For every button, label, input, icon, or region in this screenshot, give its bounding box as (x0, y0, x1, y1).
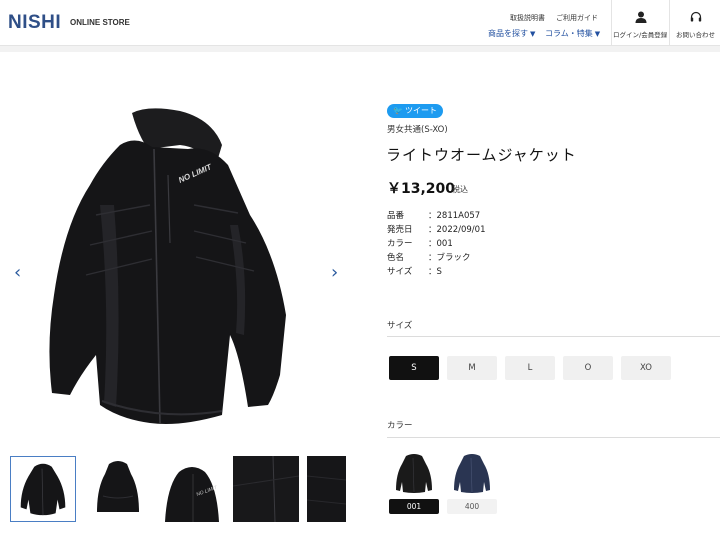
size-option-xo[interactable]: XO (621, 356, 671, 380)
spec-value-color-name: ：ブラック (428, 253, 471, 263)
user-icon (635, 11, 647, 23)
brand-logo[interactable]: NISHI (8, 12, 61, 34)
contact-label: お問い合わせ (676, 31, 715, 39)
spec-value-color: ：001 (428, 239, 453, 249)
product-main-image: NO LIMIT (49, 108, 286, 425)
thumbnail-front-image (20, 463, 66, 516)
thumbnail-1[interactable] (10, 456, 76, 522)
color-swatch-black[interactable] (388, 452, 440, 494)
nav-find-products[interactable]: 商品を探す ▼ (488, 28, 535, 39)
spec-key-size: サイズ (387, 267, 413, 277)
thumbnail-fabric-image (306, 456, 347, 522)
site-header: NISHI ONLINE STORE 取扱説明書 ご利用ガイド 商品を探す ▼ コ… (0, 0, 720, 46)
thumbnail-4[interactable] (232, 455, 300, 523)
spec-value-sku: ：2811A057 (428, 211, 481, 221)
product-title: ライトウオームジャケット (386, 146, 577, 164)
contact-button[interactable]: お問い合わせ (670, 0, 720, 46)
size-option-o[interactable]: O (563, 356, 613, 380)
header-shadow-band (0, 46, 720, 52)
color-section-label: カラー (387, 421, 413, 431)
headset-icon (690, 11, 702, 22)
product-category: 男女共通(S-XO) (387, 125, 448, 135)
tweet-label: ツイート (404, 106, 437, 115)
manual-link[interactable]: 取扱説明書 (510, 13, 545, 23)
chevron-down-icon: ▼ (530, 30, 536, 38)
thumbnail-detail-image (232, 455, 300, 523)
spec-key-sku: 品番 (387, 211, 405, 221)
prev-image-arrow[interactable]: ‹ (14, 262, 21, 283)
spec-key-color: カラー (387, 239, 413, 249)
product-price: ￥13,200 (387, 181, 456, 197)
thumbnail-hood-image: NO LIMIT (159, 456, 225, 522)
size-option-l[interactable]: L (505, 356, 555, 380)
login-label: ログイン/会員登録 (613, 31, 668, 39)
nav-column-features[interactable]: コラム・特集 ▼ (545, 28, 600, 39)
thumbnail-2[interactable] (85, 456, 151, 522)
brand-logo-subtitle: ONLINE STORE (70, 18, 130, 27)
spec-key-color-name: 色名 (387, 253, 405, 263)
color-code-400[interactable]: 400 (447, 499, 497, 514)
tax-label: 税込 (452, 185, 468, 194)
color-section-divider (387, 437, 720, 438)
chevron-down-icon: ▼ (594, 30, 601, 38)
size-section-label: サイズ (387, 321, 413, 331)
thumbnail-5[interactable] (306, 456, 347, 522)
spec-value-size: ：S (428, 267, 442, 277)
nav-column-features-label: コラム・特集 (545, 29, 593, 38)
nav-find-products-label: 商品を探す (488, 29, 528, 38)
login-button[interactable]: ログイン/会員登録 (612, 0, 669, 46)
size-section-divider (387, 336, 720, 337)
size-option-s[interactable]: S (389, 356, 439, 380)
bird-icon: 🐦 (393, 106, 403, 115)
color-swatch-navy[interactable] (446, 452, 498, 494)
color-code-001[interactable]: 001 (389, 499, 439, 514)
guide-link[interactable]: ご利用ガイド (556, 13, 598, 23)
size-option-m[interactable]: M (447, 356, 497, 380)
next-image-arrow[interactable]: › (331, 262, 338, 283)
thumbnail-3[interactable]: NO LIMIT (159, 456, 225, 522)
tweet-button[interactable]: 🐦 ツイート (387, 104, 443, 118)
thumbnail-back-image (97, 461, 139, 512)
spec-value-release: ：2022/09/01 (428, 225, 486, 235)
spec-key-release: 発売日 (387, 225, 413, 235)
